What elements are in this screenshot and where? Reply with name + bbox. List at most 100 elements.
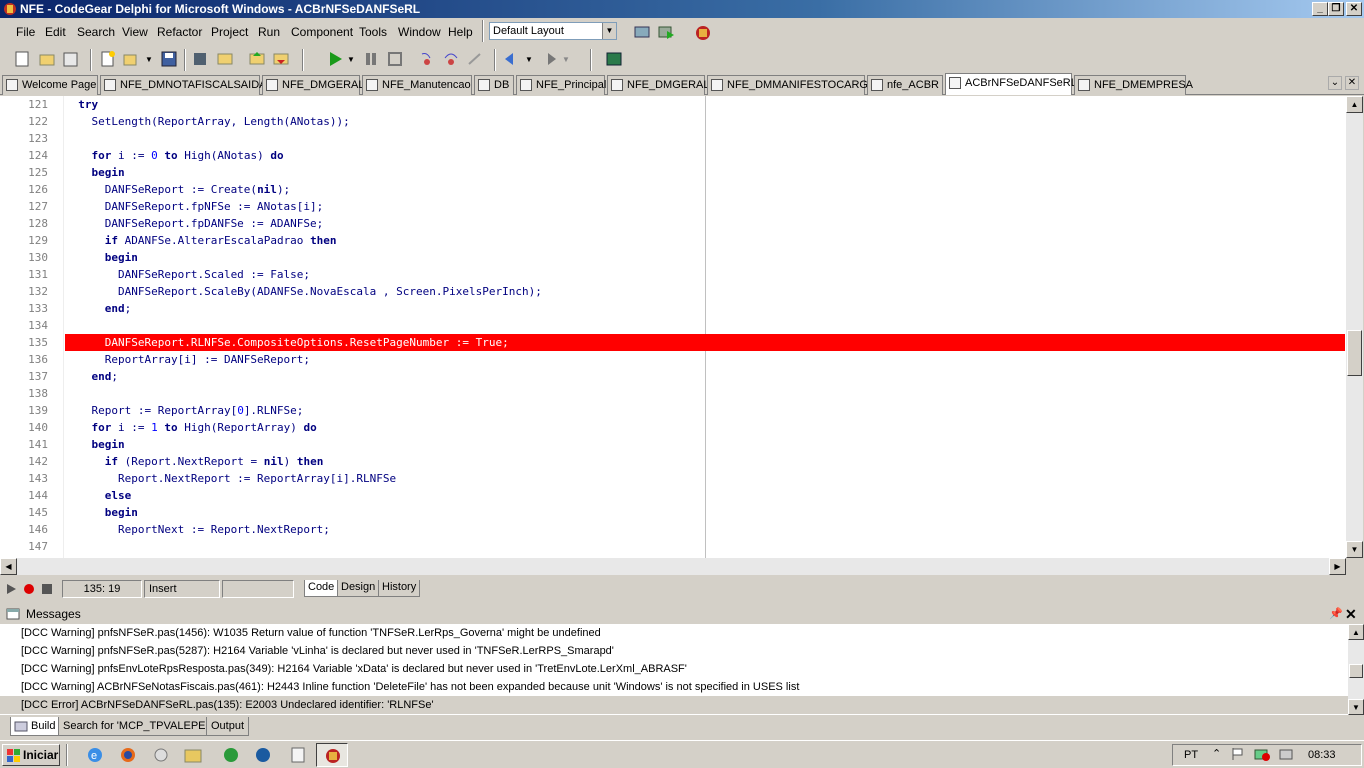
firefox-icon[interactable] <box>119 746 137 764</box>
chevron-down-icon[interactable]: ▼ <box>602 23 616 39</box>
close-tab-icon[interactable]: ✕ <box>1345 76 1359 90</box>
close-messages-icon[interactable]: ✕ <box>1345 604 1357 624</box>
scroll-thumb[interactable] <box>1347 330 1362 376</box>
scroll-right-icon[interactable]: ▶ <box>1329 558 1346 575</box>
message-item[interactable]: [DCC Warning] pnfsNFSeR.pas(1456): W1035… <box>0 624 1348 642</box>
code-line[interactable]: Report.NextReport := ReportArray[i].RLNF… <box>65 470 1345 487</box>
open-dropdown-chevron-icon[interactable]: ▼ <box>145 55 153 64</box>
code-editor[interactable]: 121 122 123 124 125 126 127 128 129 130 131 132 133 1… <box>0 96 1346 558</box>
view-tab-history[interactable]: History <box>378 580 421 597</box>
stop-icon[interactable] <box>386 50 404 68</box>
scroll-thumb[interactable] <box>1349 664 1363 678</box>
code-line[interactable]: for i := 0 to High(ANotas) do <box>65 147 1345 164</box>
teamviewer-icon[interactable] <box>254 746 272 764</box>
scroll-left-icon[interactable]: ◀ <box>0 558 17 575</box>
code-line[interactable]: begin <box>65 164 1345 181</box>
run-to-cursor-icon[interactable] <box>466 50 484 68</box>
code-line[interactable]: DANFSeReport := Create(nil); <box>65 181 1345 198</box>
message-item[interactable]: [DCC Warning] ACBrNFSeNotasFiscais.pas(4… <box>0 678 1348 696</box>
scroll-down-icon[interactable]: ▼ <box>1348 699 1364 715</box>
menu-window[interactable]: Window <box>398 25 441 39</box>
code-line[interactable]: for i := 1 to High(ReportArray) do <box>65 419 1345 436</box>
step-over-icon[interactable] <box>442 50 460 68</box>
save-all-icon[interactable] <box>192 50 210 68</box>
tab-list-chevron-icon[interactable]: ⌄ <box>1328 76 1342 90</box>
code-line[interactable]: if ADANFSe.AlterarEscalaPadrao then <box>65 232 1345 249</box>
restore-button[interactable]: ❐ <box>1328 2 1344 16</box>
code-line[interactable] <box>65 385 1345 402</box>
back-dropdown-chevron-icon[interactable]: ▼ <box>525 55 533 64</box>
open-icon[interactable] <box>38 50 56 68</box>
internet-explorer-icon[interactable]: e <box>86 746 104 764</box>
clock[interactable]: 08:33 <box>1308 749 1354 761</box>
code-line[interactable]: else <box>65 487 1345 504</box>
error-code-line[interactable]: DANFSeReport.RLNFSe.CompositeOptions.Res… <box>65 334 1345 351</box>
run-dropdown-chevron-icon[interactable]: ▼ <box>347 55 355 64</box>
play-macro-icon[interactable] <box>5 583 17 595</box>
close-file-icon[interactable] <box>216 50 234 68</box>
code-line[interactable]: DANFSeReport.Scaled := False; <box>65 266 1345 283</box>
tab-db[interactable]: DB <box>474 75 514 95</box>
menu-view[interactable]: View <box>122 25 148 39</box>
forward-dropdown-chevron-icon[interactable]: ▼ <box>562 55 570 64</box>
close-button[interactable]: ✕ <box>1346 2 1362 16</box>
save-icon[interactable] <box>160 50 178 68</box>
open-project-icon[interactable] <box>62 50 80 68</box>
network-connection-icon[interactable] <box>1278 747 1294 761</box>
network-error-icon[interactable] <box>1254 747 1270 761</box>
run-icon[interactable] <box>326 50 344 68</box>
tab-build[interactable]: Build <box>10 717 61 736</box>
view-tab-design[interactable]: Design <box>337 580 380 597</box>
code-line[interactable]: begin <box>65 249 1345 266</box>
notepad-icon[interactable] <box>289 746 307 764</box>
pin-icon[interactable]: 📌 <box>1329 604 1343 624</box>
spartan-helmet-icon[interactable] <box>694 23 712 41</box>
tab-nfe-dmmanifestocarga[interactable]: NFE_DMMANIFESTOCARGA <box>707 75 875 95</box>
menu-edit[interactable]: Edit <box>45 25 66 39</box>
code-line[interactable]: end; <box>65 368 1345 385</box>
code-line[interactable]: DANFSeReport.fpNFSe := ANotas[i]; <box>65 198 1345 215</box>
code-line[interactable]: DANFSeReport.ScaleBy(ADANFSe.NovaEscala … <box>65 283 1345 300</box>
tab-nfe-principal[interactable]: NFE_Principal <box>516 75 606 95</box>
tab-acbrnfsedanfserl[interactable]: ACBrNFSeDANFSeRL <box>945 73 1077 95</box>
tab-welcome-page[interactable]: Welcome Page <box>2 75 98 95</box>
remove-from-project-icon[interactable] <box>272 50 290 68</box>
code-line[interactable]: begin <box>65 504 1345 521</box>
pause-icon[interactable] <box>362 50 380 68</box>
message-item[interactable]: [DCC Warning] pnfsNFSeR.pas(5287): H2164… <box>0 642 1348 660</box>
code-line[interactable]: begin <box>65 436 1345 453</box>
code-line[interactable]: ReportArray[i] := DANFSeReport; <box>65 351 1345 368</box>
code-line[interactable]: ReportNext := Report.NextReport; <box>65 521 1345 538</box>
forward-arrow-icon[interactable] <box>540 50 558 68</box>
flag-icon[interactable] <box>1230 747 1244 761</box>
start-button[interactable]: Iniciar <box>2 744 60 766</box>
menu-tools[interactable]: Tools <box>359 25 387 39</box>
menu-help[interactable]: Help <box>448 25 473 39</box>
code-line[interactable]: SetLength(ReportArray, Length(ANotas)); <box>65 113 1345 130</box>
view-tab-code[interactable]: Code <box>304 580 339 597</box>
new-icon[interactable] <box>99 50 117 68</box>
explorer-folder-icon[interactable] <box>184 746 202 764</box>
message-item-error[interactable]: [DCC Error] ACBrNFSeDANFSeRL.pas(135): E… <box>0 696 1348 714</box>
menu-file[interactable]: File <box>16 25 35 39</box>
tab-nfe-dmempresa[interactable]: NFE_DMEMPRESA <box>1074 75 1193 95</box>
menu-search[interactable]: Search <box>77 25 115 39</box>
menu-run[interactable]: Run <box>258 25 280 39</box>
layout-dropdown[interactable]: Default Layout ▼ <box>489 22 617 40</box>
scroll-up-icon[interactable]: ▲ <box>1346 96 1363 113</box>
record-macro-icon[interactable] <box>23 583 35 595</box>
scroll-up-icon[interactable]: ▲ <box>1348 624 1364 640</box>
taskbar-delphi-button[interactable] <box>316 743 348 767</box>
code-line[interactable]: end; <box>65 300 1345 317</box>
stop-macro-icon[interactable] <box>41 583 53 595</box>
tab-nfe-acbr[interactable]: nfe_ACBR <box>867 75 943 95</box>
code-line[interactable] <box>65 130 1345 147</box>
code-line[interactable]: Report := ReportArray[0].RLNFSe; <box>65 402 1345 419</box>
delphi-app-icon[interactable] <box>3 2 17 16</box>
tray-expand-chevron-icon[interactable]: ⌃ <box>1212 747 1221 760</box>
layout-run-icon[interactable] <box>657 23 675 41</box>
code-line[interactable] <box>65 317 1345 334</box>
menu-component[interactable]: Component <box>291 25 353 39</box>
messages-scrollbar[interactable]: ▲ ▼ <box>1348 624 1364 715</box>
minimize-button[interactable]: _ <box>1312 2 1328 16</box>
